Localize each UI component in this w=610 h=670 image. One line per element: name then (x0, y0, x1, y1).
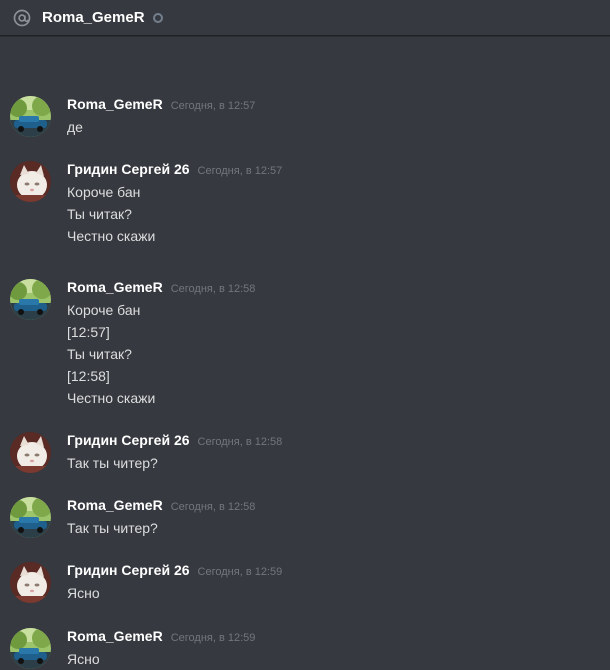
message-timestamp: Сегодня, в 12:57 (197, 165, 283, 177)
message-text: де (67, 119, 83, 135)
message-content: Гридин Сергей 26 Сегодня, в 12:59 Ясно (67, 562, 600, 604)
author-name[interactable]: Roma_GemeR (67, 497, 163, 513)
message-header: Roma_GemeR Сегодня, в 12:59 (67, 628, 600, 648)
message-text: Честно скажи (67, 228, 156, 244)
message-timestamp: Сегодня, в 12:59 (197, 566, 283, 578)
author-name[interactable]: Гридин Сергей 26 (67, 161, 190, 177)
channel-header: Roma_GemeR (0, 0, 610, 36)
message-header: Roma_GemeR Сегодня, в 12:58 (67, 279, 600, 299)
dm-username[interactable]: Roma_GemeR (42, 9, 145, 26)
message-text: Ты читак? (67, 206, 132, 222)
message-timestamp: Сегодня, в 12:58 (170, 501, 256, 513)
message-text: [12:57] (67, 324, 110, 340)
message-text: Так ты читер? (67, 455, 158, 471)
author-name[interactable]: Roma_GemeR (67, 96, 163, 112)
message-text: Ты читак? (67, 346, 132, 362)
avatar[interactable] (10, 161, 51, 202)
at-sign-icon (13, 9, 31, 26)
message-timestamp: Сегодня, в 12:58 (170, 283, 256, 295)
message-text: Короче бан (67, 302, 141, 318)
message-text: Так ты читер? (67, 520, 158, 536)
message-content: Гридин Сергей 26 Сегодня, в 12:58 Так ты ч… (67, 432, 600, 474)
avatar[interactable] (10, 562, 51, 603)
message-timestamp: Сегодня, в 12:57 (170, 100, 256, 112)
message-header: Roma_GemeR Сегодня, в 12:57 (67, 96, 600, 116)
message-text: Короче бан (67, 184, 141, 200)
message-content: Roma_GemeR Сегодня, в 12:58 Короче бан [12:… (67, 279, 600, 409)
message-header: Гридин Сергей 26 Сегодня, в 12:58 (67, 432, 600, 452)
message-timestamp: Сегодня, в 12:59 (170, 632, 256, 644)
author-name[interactable]: Гридин Сергей 26 (67, 562, 190, 578)
avatar[interactable] (10, 279, 51, 320)
avatar[interactable] (10, 628, 51, 669)
author-name[interactable]: Roma_GemeR (67, 279, 163, 295)
author-name[interactable]: Гридин Сергей 26 (67, 432, 190, 448)
message-header: Roma_GemeR Сегодня, в 12:58 (67, 497, 600, 517)
message-header: Гридин Сергей 26 Сегодня, в 12:57 (67, 161, 600, 181)
message-timestamp: Сегодня, в 12:58 (197, 436, 283, 448)
message-content: Roma_GemeR Сегодня, в 12:59 Ясно (67, 628, 600, 670)
offline-status-icon (152, 12, 163, 23)
message-text: Ясно (67, 585, 100, 601)
message-text: Ясно (67, 651, 100, 667)
message-text: Честно скажи (67, 390, 156, 406)
message-content: Roma_GemeR Сегодня, в 12:58 Так ты читер? (67, 497, 600, 539)
avatar[interactable] (10, 96, 51, 137)
message-content: Roma_GemeR Сегодня, в 12:57 де (67, 96, 600, 138)
author-name[interactable]: Roma_GemeR (67, 628, 163, 644)
message-text: [12:58] (67, 368, 110, 384)
message-header: Гридин Сергей 26 Сегодня, в 12:59 (67, 562, 600, 582)
avatar[interactable] (10, 432, 51, 473)
message-content: Гридин Сергей 26 Сегодня, в 12:57 Короче б… (67, 161, 600, 247)
avatar[interactable] (10, 497, 51, 538)
